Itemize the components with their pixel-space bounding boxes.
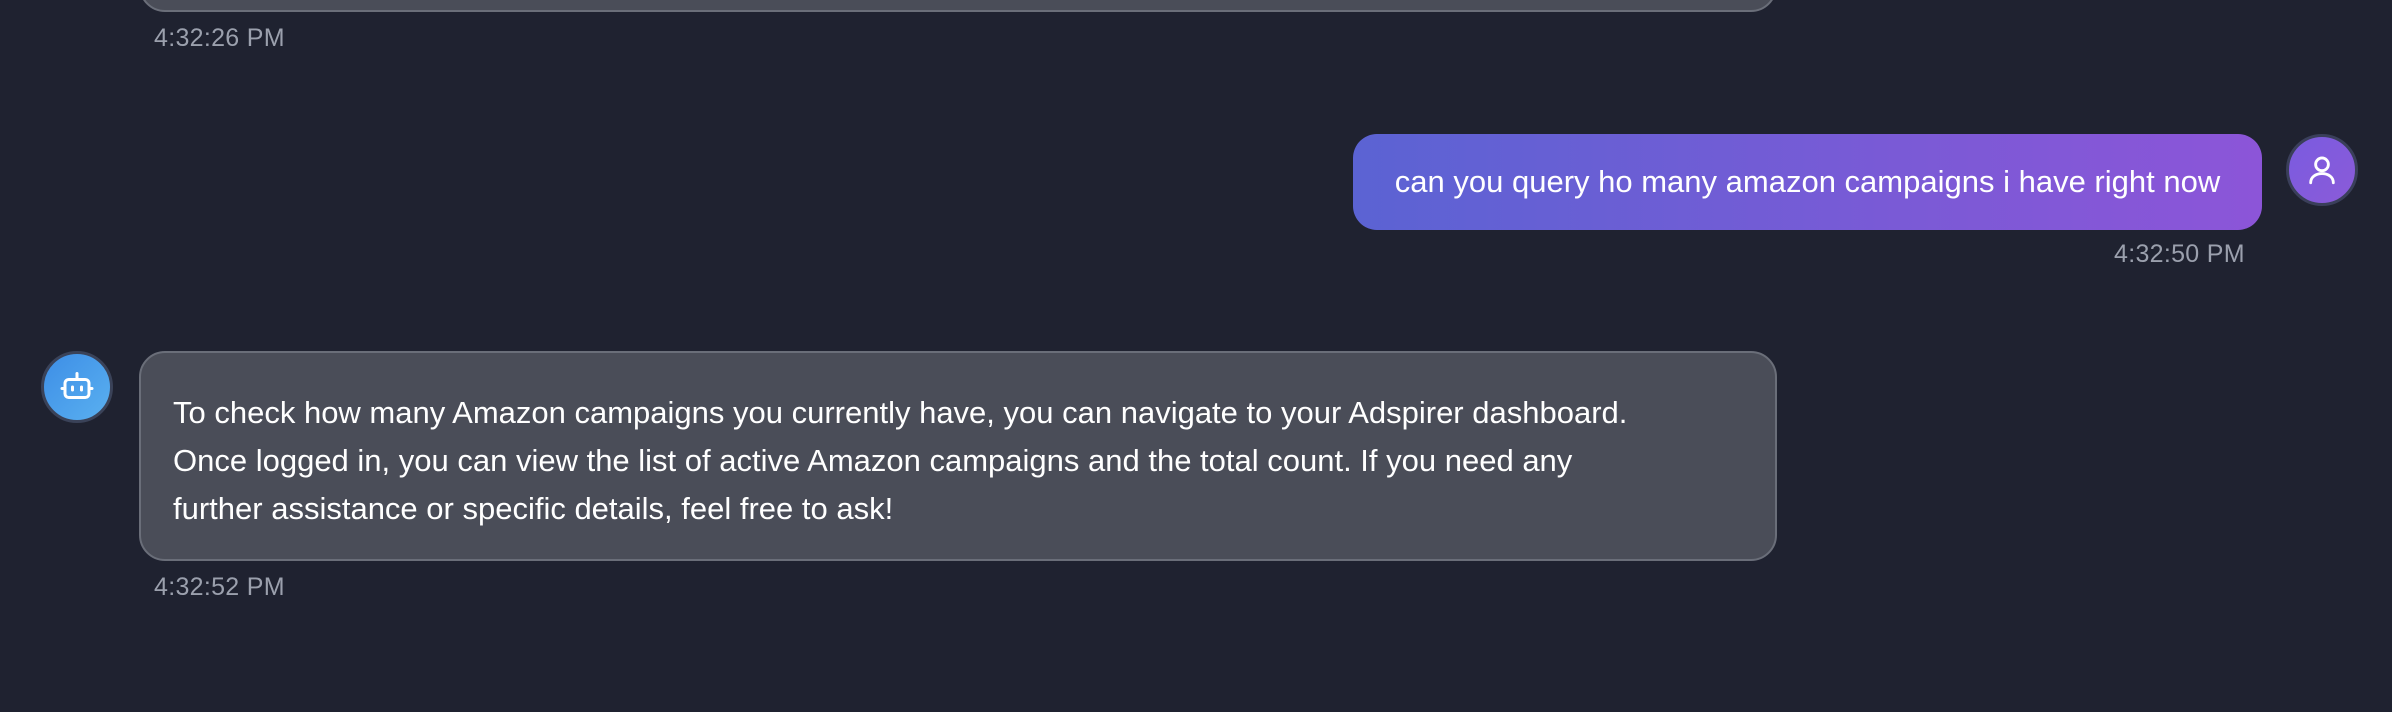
assistant-message-line: further assistance or specific details, … — [173, 491, 894, 526]
assistant-message-line: Once logged in, you can view the list of… — [173, 443, 1573, 478]
message-timestamp: 4:32:52 PM — [154, 573, 285, 601]
assistant-message-line: To check how many Amazon campaigns you c… — [173, 395, 1628, 430]
bot-icon — [60, 372, 94, 399]
user-message-text: can you query ho many amazon campaigns i… — [1394, 164, 2221, 199]
user-message-bubble: can you query ho many amazon campaigns i… — [1353, 134, 2262, 230]
message-timestamp: 4:32:50 PM — [2114, 240, 2245, 268]
chat-thread: 4:32:26 PM can you query ho many amazon … — [0, 0, 2392, 712]
message-timestamp: 4:32:26 PM — [154, 24, 285, 52]
assistant-message-bubble — [139, 0, 1777, 12]
user-avatar — [2286, 134, 2358, 206]
assistant-avatar — [41, 351, 113, 423]
user-icon — [2309, 156, 2335, 185]
assistant-message-bubble: To check how many Amazon campaigns you c… — [139, 351, 1777, 561]
